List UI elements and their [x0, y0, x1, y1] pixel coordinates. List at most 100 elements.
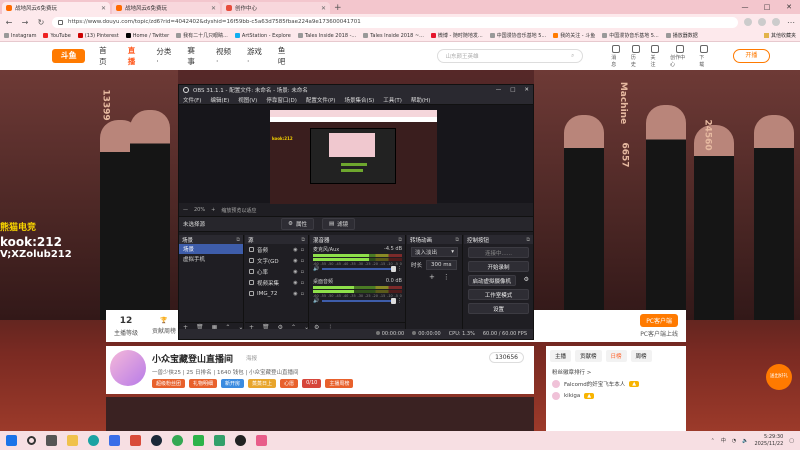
steam-icon[interactable]: [151, 435, 162, 446]
bookmark-item[interactable]: Tales Inside 2018 ~...: [363, 33, 424, 39]
url-field[interactable]: https://www.douyu.com/topic/zd6?rid=4042…: [52, 16, 738, 28]
chrome-icon[interactable]: [172, 435, 183, 446]
scene-item[interactable]: 虚拟手机: [179, 254, 243, 264]
lock-icon[interactable]: ▫: [301, 291, 304, 297]
properties-button[interactable]: ⚙ 属性: [281, 218, 314, 230]
browser-tab-3[interactable]: 创作中心 ✕: [222, 2, 330, 14]
nav-video[interactable]: 视频·: [216, 46, 233, 66]
settings-button[interactable]: 设置: [468, 303, 529, 314]
maximize-icon[interactable]: □: [510, 87, 515, 93]
obs-taskbar-icon[interactable]: [235, 435, 246, 446]
store-icon[interactable]: [109, 435, 120, 446]
follow-button[interactable]: 关注: [650, 44, 660, 68]
browser-tab-2[interactable]: 战地风云6免费玩 ✕: [112, 2, 220, 14]
zoom-out-icon[interactable]: —: [183, 207, 188, 213]
visibility-icon[interactable]: ◉: [293, 280, 297, 286]
undock-icon[interactable]: ⧉: [455, 237, 459, 243]
bookmark-item[interactable]: YouTube: [43, 33, 71, 39]
menu-view[interactable]: 视图(V): [238, 96, 257, 104]
visibility-icon[interactable]: ◉: [293, 269, 297, 275]
menu-docks[interactable]: 停靠窗口(D): [266, 96, 297, 104]
chevron-up-icon[interactable]: ⌃: [711, 438, 715, 444]
site-search-input[interactable]: 山东颜王英雄 ⌕: [436, 49, 584, 63]
more-icon[interactable]: ⋮: [443, 273, 450, 281]
undock-icon[interactable]: ⧉: [526, 237, 530, 243]
zoom-in-icon[interactable]: +: [211, 207, 215, 213]
wifi-icon[interactable]: ◔: [732, 438, 736, 444]
room-badge[interactable]: 心愿: [280, 379, 299, 388]
nav-events[interactable]: 赛事: [187, 45, 202, 67]
source-item[interactable]: 心率 ◉ ▫: [245, 266, 308, 277]
minimize-icon[interactable]: —: [734, 0, 756, 14]
visibility-icon[interactable]: ◉: [293, 247, 297, 253]
back-icon[interactable]: ←: [4, 18, 14, 27]
volume-slider[interactable]: [322, 298, 396, 304]
bookmark-item[interactable]: 播放器数据: [665, 32, 698, 39]
volume-icon[interactable]: 🔈: [742, 438, 748, 444]
ime-indicator[interactable]: 中: [721, 437, 726, 444]
windows-start-icon[interactable]: [6, 435, 17, 446]
message-button[interactable]: 消息: [611, 44, 621, 68]
start-virtual-camera-button[interactable]: 启动虚拟摄像机: [468, 275, 516, 286]
bookmark-item[interactable]: (13) Pinterest: [77, 33, 119, 39]
room-badge[interactable]: 礼物明细: [189, 379, 218, 388]
close-icon[interactable]: ✕: [524, 87, 529, 93]
menu-tools[interactable]: 工具(T): [383, 96, 402, 104]
undock-icon[interactable]: ⧉: [301, 237, 305, 243]
extension-icon[interactable]: [744, 18, 752, 26]
follow-count[interactable]: 130656: [489, 352, 524, 363]
menu-edit[interactable]: 编辑(E): [210, 96, 229, 104]
menu-help[interactable]: 帮助(H): [411, 96, 430, 104]
chat-row[interactable]: 粉丝徽章排行 >: [546, 366, 686, 378]
undock-icon[interactable]: ⧉: [398, 237, 402, 243]
bookmark-item[interactable]: 我有二十几只眼睛...: [176, 32, 228, 39]
bookmark-item[interactable]: Instagram: [4, 33, 36, 39]
studio-mode-button[interactable]: 工作室模式: [468, 289, 529, 300]
reload-icon[interactable]: ↻: [36, 18, 46, 27]
source-item[interactable]: IMG_72 ◉ ▫: [245, 288, 308, 299]
nav-fishbar[interactable]: 鱼吧: [278, 45, 293, 67]
file-explorer-icon[interactable]: [67, 435, 78, 446]
speaker-icon[interactable]: 🔊: [313, 266, 319, 272]
gear-icon[interactable]: ⚙: [524, 276, 529, 283]
search-icon[interactable]: [27, 436, 36, 445]
source-item[interactable]: 音频 ◉ ▫: [245, 244, 308, 255]
search-icon[interactable]: ⌕: [571, 53, 574, 60]
chat-tab[interactable]: 周榜: [630, 350, 652, 362]
filters-button[interactable]: ▤ 滤镜: [321, 218, 356, 230]
undock-icon[interactable]: ⧉: [236, 237, 240, 243]
pc-client-button[interactable]: PC客户端: [640, 314, 678, 327]
bookmark-item[interactable]: Home / Twitter: [125, 33, 169, 39]
favorites-icon[interactable]: [758, 18, 766, 26]
notification-icon[interactable]: ▢: [789, 438, 794, 444]
room-badge[interactable]: 主播周榜: [325, 379, 354, 388]
forward-icon[interactable]: →: [20, 18, 30, 27]
send-gift-float-button[interactable]: 送出好礼: [766, 364, 792, 390]
lock-icon[interactable]: ▫: [301, 269, 304, 275]
close-tab-icon[interactable]: ✕: [321, 5, 326, 12]
visibility-icon[interactable]: ◉: [293, 258, 297, 264]
douyu-logo[interactable]: 斗鱼: [52, 49, 86, 63]
zoom-hint[interactable]: 缩放预览以适应: [221, 207, 256, 214]
chat-row[interactable]: Falcomd的奸宝飞车本人 ▲: [546, 378, 686, 390]
minimize-icon[interactable]: —: [496, 87, 502, 93]
transition-select[interactable]: 淡入淡出 ▾: [411, 247, 458, 257]
anchor-level[interactable]: 12 主播等级: [114, 316, 138, 337]
nav-live[interactable]: 直播: [128, 45, 143, 67]
room-badge[interactable]: 超级粉丝团: [152, 379, 186, 388]
edge-icon[interactable]: [88, 435, 99, 446]
menu-file[interactable]: 文件(F): [183, 96, 201, 104]
close-tab-icon[interactable]: ✕: [101, 5, 106, 12]
maximize-icon[interactable]: □: [756, 0, 778, 14]
other-bookmarks[interactable]: 其他收藏夹: [763, 32, 796, 39]
clock[interactable]: 5:29:30 2025/11/22: [754, 434, 783, 448]
speaker-icon[interactable]: 🔊: [313, 298, 319, 304]
nav-category[interactable]: 分类·: [156, 46, 173, 66]
room-badge[interactable]: 蒸蒸日上: [248, 379, 277, 388]
menu-icon[interactable]: ⋯: [786, 18, 796, 27]
bookmark-item[interactable]: Tales Inside 2018 -...: [297, 33, 356, 39]
scene-item[interactable]: 场景: [179, 244, 243, 254]
profile-icon[interactable]: [772, 18, 780, 26]
new-tab-button[interactable]: +: [334, 2, 342, 14]
chat-tab[interactable]: 主播: [550, 350, 572, 362]
